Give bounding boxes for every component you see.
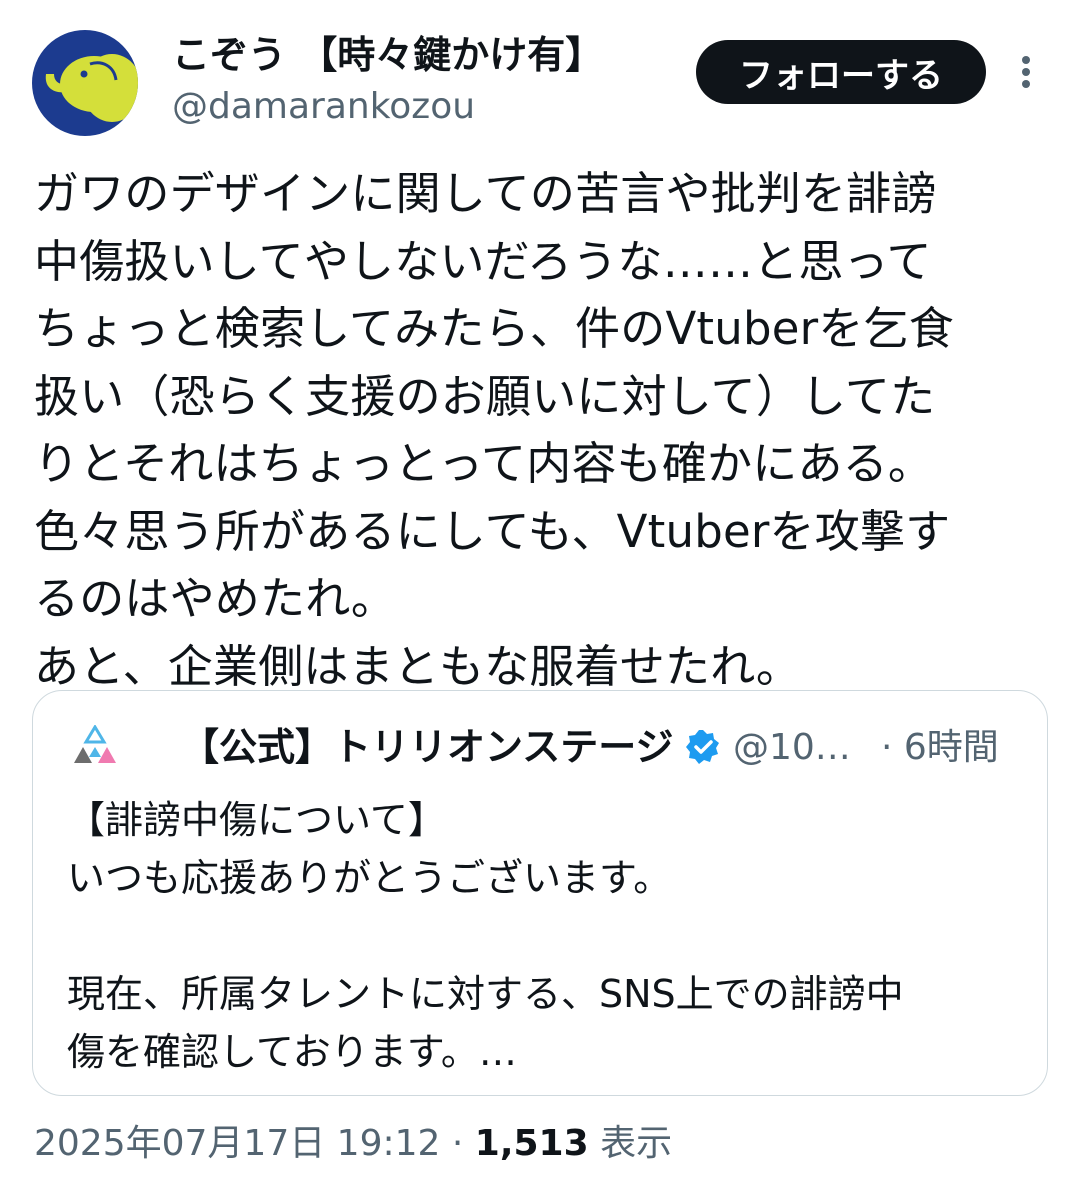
tweet-text: ガワのデザインに関しての苦言や批判を誹謗 中傷扱いしてやしないだろうな……と思っ… [34,160,1054,700]
tweet-text-line: ガワのデザインに関しての苦言や批判を誹謗 [34,167,937,220]
quoted-text: 【誹謗中傷について】 いつも応援ありがとうございます。 現在、所属タレントに対す… [67,791,1017,1081]
quoted-author-name: 【公式】トリリオンステージ [181,725,674,769]
timestamp[interactable]: 2025年07月17日 19:12 · [34,1123,475,1164]
quoted-text-line: いつも応援ありがとうございます。 [67,856,672,900]
tweet-text-line: 扱い（恐らく支援のお願いに対して）してた [34,369,936,423]
quoted-time: · 6時間 [881,727,999,768]
views-count: 1,513 [474,1123,589,1164]
tweet-text-line: 中傷扱いしてやしないだろうな……と思って [34,234,932,288]
views-label: 表示 [588,1123,673,1164]
tweet-text-line: るのはやめたれ。 [34,572,397,625]
tweet: こぞう 【時々鍵かけ有】 @damarankozou フォローする ガワのデザイ… [0,0,1080,1195]
user-handle[interactable]: @damarankozou [172,84,475,130]
elephant-icon [45,54,138,122]
tweet-text-line: ちょっと検索してみたら、件のVtuberを乞食 [34,302,954,355]
quoted-tweet-card[interactable]: 【公式】トリリオンステージ @10… · 6時間 【誹謗中傷について】 いつも応… [32,690,1048,1096]
quoted-text-line: 傷を確認しております。… [67,1030,517,1074]
follow-button[interactable]: フォローする [696,40,986,104]
quoted-text-line: 【誹謗中傷について】 [67,798,446,842]
trillion-stage-logo-icon [74,725,116,763]
quoted-author-handle: @10… [733,727,851,768]
more-options-icon[interactable] [1010,50,1042,94]
tweet-text-line: 色々思う所があるにしても、Vtuberを攻撃す [34,504,951,558]
avatar[interactable] [32,30,138,136]
timestamp-row: 2025年07月17日 19:12 · 1,513 表示 [34,1120,672,1168]
verified-badge-icon [686,730,719,764]
quoted-text-line [67,907,1017,965]
tweet-text-line: りとそれはちょっとって内容も確かにある。 [34,437,934,490]
quoted-text-line: 現在、所属タレントに対する、SNS上での誹謗中 [67,972,904,1016]
display-name[interactable]: こぞう 【時々鍵かけ有】 [172,30,603,80]
